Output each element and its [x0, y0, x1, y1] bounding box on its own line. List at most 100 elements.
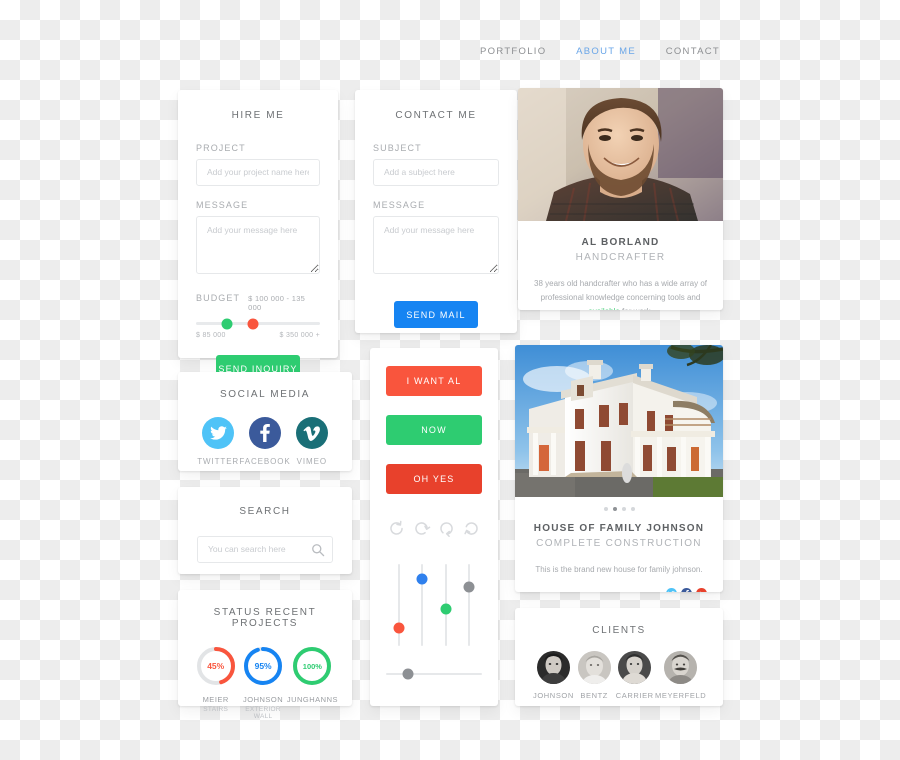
contact-message-textarea[interactable] — [373, 216, 499, 274]
avatar — [618, 651, 652, 684]
subject-input[interactable] — [373, 159, 499, 186]
status-client-junghanns: JUNGHANNS — [286, 695, 338, 704]
client-carrier[interactable]: CARRIER — [614, 651, 655, 700]
refresh-icon-3[interactable] — [438, 520, 455, 542]
status-item-meier: 45% MEIER STAIRS — [192, 645, 239, 720]
vertical-sliders-group — [386, 564, 482, 646]
slider-blue[interactable] — [415, 564, 429, 646]
project-label: PROJECT — [196, 143, 246, 153]
carousel-dots[interactable] — [531, 507, 707, 511]
project-description: This is the brand new house for family j… — [535, 565, 703, 574]
carousel-dot-3[interactable] — [621, 507, 626, 511]
twitter-icon — [202, 417, 235, 449]
refresh-icon-1[interactable] — [388, 520, 405, 542]
profile-bio-pre: 38 years old handcrafter who has a wide … — [534, 279, 707, 302]
budget-value: $ 100 000 - 135 000 — [248, 294, 306, 312]
slider-horizontal-handle[interactable] — [402, 668, 414, 679]
project-title: HOUSE OF FAMILY JOHNSON — [533, 523, 705, 534]
clients-card: CLIENTS JOHNSON BENTZ CARRIER MEYERFELD — [515, 608, 723, 706]
social-media-title: SOCIAL MEDIA — [220, 389, 310, 400]
avatar — [663, 651, 697, 684]
avatar — [536, 651, 570, 684]
budget-min-label: $ 85 000 — [196, 332, 226, 339]
i-want-al-button[interactable]: I WANT AL — [386, 366, 482, 396]
progress-ring-johnson: 95% — [242, 645, 284, 687]
social-label-facebook: FACEBOOK — [239, 457, 291, 466]
client-bentz[interactable]: BENTZ — [574, 651, 615, 700]
twitter-icon[interactable] — [666, 588, 677, 592]
progress-ring-meier: 45% — [195, 645, 237, 687]
budget-max-label: $ 350 000 + — [279, 332, 320, 339]
avatar — [577, 651, 611, 684]
status-projects-card: STATUS RECENT PROJECTS 45% MEIER STAIRS — [178, 590, 352, 720]
search-title: SEARCH — [239, 506, 291, 517]
search-card: SEARCH — [178, 487, 352, 574]
refresh-icon-4[interactable] — [463, 520, 480, 542]
carousel-dot-4[interactable] — [630, 507, 635, 511]
slider-blue-handle[interactable] — [416, 573, 428, 585]
social-item-twitter[interactable]: TWITTER — [197, 417, 239, 466]
project-social-row — [531, 588, 707, 592]
client-name-meyerfeld: MEYERFELD — [655, 691, 707, 700]
project-subtitle: COMPLETE CONSTRUCTION — [536, 538, 702, 549]
controls-card: I WANT AL NOW OH YES — [370, 348, 498, 706]
social-item-facebook[interactable]: FACEBOOK — [239, 417, 290, 466]
search-icon[interactable] — [311, 543, 325, 557]
house-photo — [515, 345, 723, 497]
slider-red-handle[interactable] — [393, 622, 405, 634]
facebook-icon[interactable] — [681, 588, 692, 592]
nav-item-portfolio[interactable]: PORTFOLIO — [480, 46, 546, 57]
budget-track[interactable] — [196, 318, 320, 329]
project-input[interactable] — [196, 159, 320, 186]
oh-yes-button[interactable]: OH YES — [386, 464, 482, 494]
client-name-johnson: JOHNSON — [533, 691, 574, 700]
client-name-bentz: BENTZ — [580, 691, 608, 700]
hire-me-card: HIRE ME PROJECT MESSAGE BUDGET $ 100 000… — [178, 90, 338, 382]
client-meyerfeld[interactable]: MEYERFELD — [655, 651, 707, 700]
budget-handle-high[interactable] — [247, 318, 259, 329]
slider-gray[interactable] — [462, 564, 476, 646]
progress-value-junghanns: 100% — [302, 661, 322, 671]
nav-item-contact[interactable]: CONTACT — [666, 46, 720, 57]
contact-me-title: CONTACT ME — [395, 110, 477, 121]
status-client-johnson: JOHNSON — [243, 695, 284, 704]
budget-label: BUDGET — [196, 293, 241, 303]
nav-item-about-me[interactable]: ABOUT ME — [576, 46, 636, 57]
slider-green[interactable] — [439, 564, 453, 646]
social-item-vimeo[interactable]: VIMEO — [291, 417, 333, 466]
social-label-vimeo: VIMEO — [296, 457, 327, 466]
message-textarea[interactable] — [196, 216, 320, 274]
profile-name: AL BORLAND — [581, 237, 660, 248]
send-mail-button[interactable]: SEND MAIL — [394, 301, 478, 328]
slider-gray-handle[interactable] — [463, 581, 475, 593]
profile-bio-highlight: available — [588, 307, 620, 310]
social-label-twitter: TWITTER — [197, 457, 240, 466]
profile-role: HANDCRAFTER — [575, 252, 666, 263]
googleplus-icon[interactable] — [696, 588, 707, 592]
budget-slider-group: BUDGET $ 100 000 - 135 000 $ 85 000 $ 35… — [196, 293, 320, 339]
profile-bio: 38 years old handcrafter who has a wide … — [534, 277, 707, 310]
status-item-junghanns: 100% JUNGHANNS — [287, 645, 338, 720]
main-nav: PORTFOLIO ABOUT ME CONTACT — [480, 46, 720, 57]
refresh-icon-2[interactable] — [413, 520, 431, 542]
page-root: PORTFOLIO ABOUT ME CONTACT HIRE ME PROJE… — [0, 0, 900, 760]
slider-horizontal[interactable] — [386, 668, 482, 679]
carousel-dot-1[interactable] — [603, 507, 608, 511]
social-media-card: SOCIAL MEDIA TWITTER FACEBOOK VIMEO — [178, 372, 352, 471]
contact-me-card: CONTACT ME SUBJECT MESSAGE SEND MAIL — [355, 90, 517, 333]
facebook-icon — [249, 417, 281, 449]
project-card: HOUSE OF FAMILY JOHNSON COMPLETE CONSTRU… — [515, 345, 723, 592]
status-item-johnson: 95% JOHNSON EXTERIOR WALL — [239, 645, 286, 720]
slider-green-handle[interactable] — [440, 603, 452, 615]
carousel-dot-2[interactable] — [612, 507, 617, 511]
slider-gray-track — [467, 564, 470, 646]
progress-ring-junghanns: 100% — [291, 645, 333, 687]
slider-red-track — [398, 564, 400, 646]
now-button[interactable]: NOW — [386, 415, 482, 445]
budget-handle-low[interactable] — [221, 318, 233, 329]
progress-value-johnson: 95% — [254, 661, 272, 671]
progress-value-meier: 45% — [207, 661, 225, 671]
client-johnson[interactable]: JOHNSON — [533, 651, 574, 700]
slider-horizontal-track — [386, 672, 482, 675]
slider-red[interactable] — [392, 564, 406, 646]
